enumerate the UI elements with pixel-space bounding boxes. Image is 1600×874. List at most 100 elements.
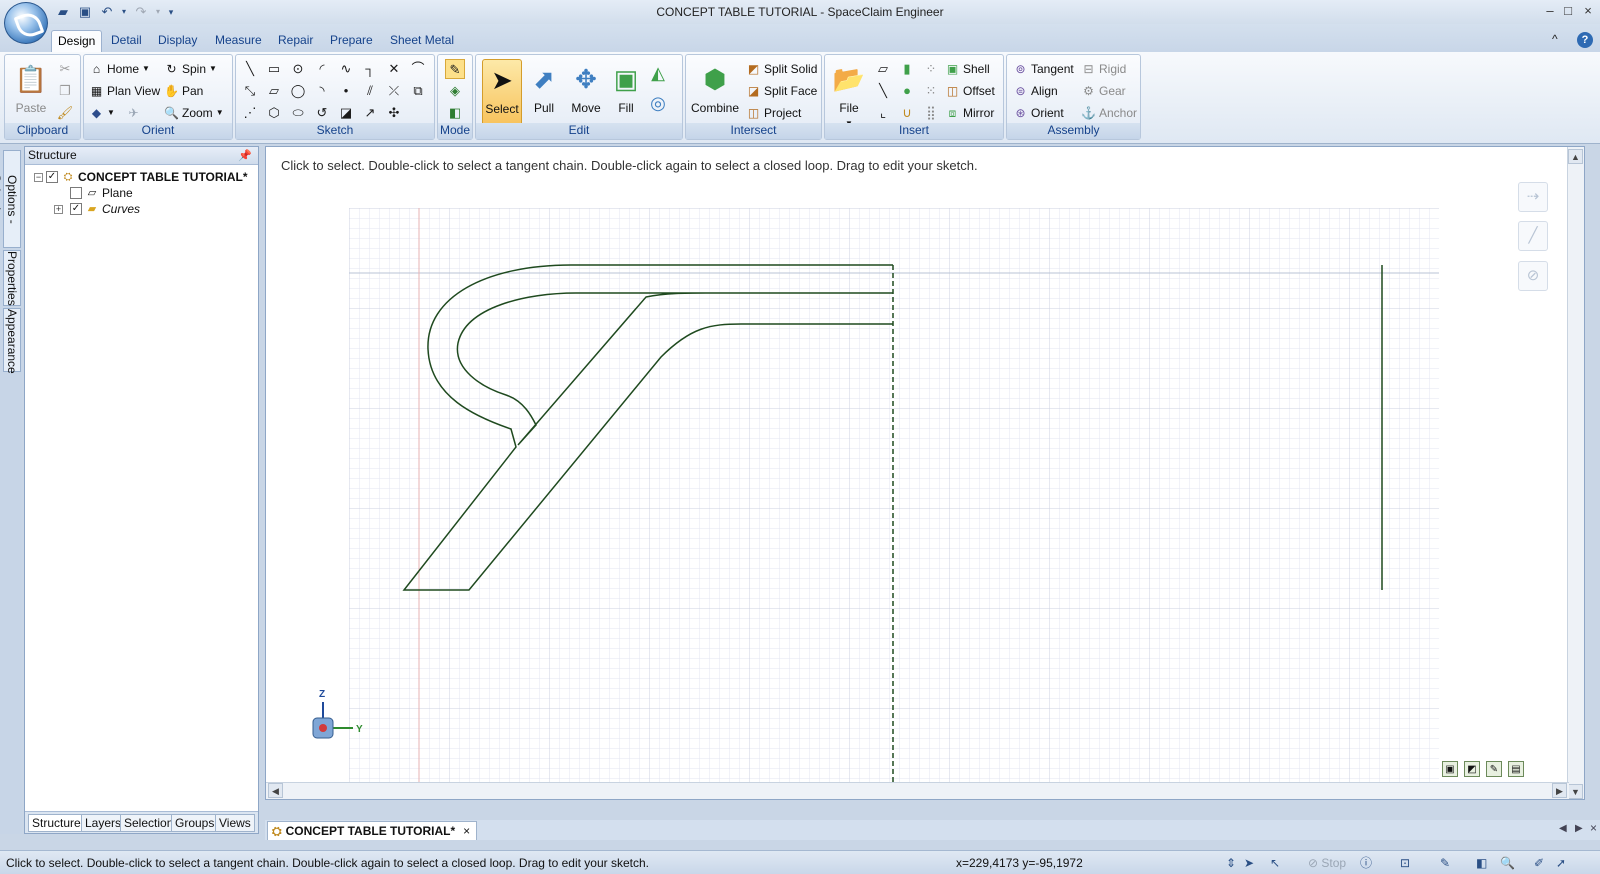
construction-line-icon[interactable]: ⋰ [240, 103, 260, 123]
status-lasso-icon[interactable]: ➚ [1556, 855, 1566, 871]
split-solid-button[interactable]: ◩ Split Solid [746, 59, 818, 79]
trim-away-icon[interactable]: ✕ [384, 59, 404, 79]
line-tool-icon[interactable]: ╲ [240, 59, 260, 79]
tab-prev-icon[interactable]: ◀ [1559, 823, 1567, 834]
point-tool-icon[interactable]: • [336, 81, 356, 101]
horizontal-scrollbar[interactable]: ◀ ▶ [266, 782, 1569, 799]
open-icon[interactable]: ▰ [54, 3, 72, 21]
tangent-arc-icon[interactable]: ◝ [312, 81, 332, 101]
document-tab[interactable]: ⛭ CONCEPT TABLE TUTORIAL* × [267, 821, 478, 840]
scroll-up-icon[interactable]: ▲ [1568, 149, 1583, 164]
stop-button[interactable]: ⊘ Stop [1308, 855, 1346, 871]
plan-view-button[interactable]: ▦ Plan View [89, 81, 160, 101]
sketch-canvas[interactable]: Z Y [266, 147, 1569, 784]
orient-button[interactable]: ⊛ Orient [1013, 103, 1063, 123]
navigate-button[interactable]: ✈ [126, 103, 141, 123]
select-tool-mini-icon[interactable]: ⇢ [1518, 182, 1548, 212]
pan-button[interactable]: ✋ Pan [164, 81, 203, 101]
status-scroll-icon[interactable]: ⇕ [1226, 855, 1236, 871]
panel-tab-layers[interactable]: Layers [81, 814, 126, 832]
cut-icon[interactable]: ✂ [55, 59, 75, 79]
combine-button[interactable]: ⬢ Combine [690, 59, 740, 123]
polygon-tool-icon[interactable]: ⬡ [264, 103, 284, 123]
split-face-button[interactable]: ◪ Split Face [746, 81, 818, 101]
file-button[interactable]: 📂 File▼ [829, 59, 869, 128]
app-menu-logo-icon[interactable] [4, 2, 48, 44]
three-point-rectangle-icon[interactable]: ▱ [264, 81, 284, 101]
mirror-button[interactable]: ⧈ Mirror [945, 103, 995, 123]
extend-curve-icon[interactable]: ↗ [360, 103, 380, 123]
redo-dropdown-icon[interactable]: ▾ [154, 3, 162, 21]
maximize-button[interactable]: □ [1558, 2, 1578, 20]
sweep-arc-icon[interactable]: ↺ [312, 103, 332, 123]
ellipse-tool-icon[interactable]: ◯ [288, 81, 308, 101]
axis-icon[interactable]: ╲ [873, 81, 893, 101]
tangent-line-icon[interactable]: ⤡ [240, 81, 260, 101]
align-button[interactable]: ⊜ Align [1013, 81, 1057, 101]
side-tab-properties[interactable]: Properties [3, 250, 21, 306]
redo-icon[interactable]: ↷ [132, 3, 150, 21]
view-print-icon[interactable]: ▤ [1508, 761, 1524, 777]
origin-icon[interactable]: ⌞ [873, 103, 893, 123]
line-tool-mini-icon[interactable]: ╱ [1518, 221, 1548, 251]
bend-tool-icon[interactable]: ⌒ [408, 59, 428, 79]
format-painter-icon[interactable]: 🖌 [55, 103, 75, 123]
face-curve-icon[interactable]: ◪ [336, 103, 356, 123]
copy-icon[interactable]: ❐ [55, 81, 75, 101]
slot-tool-icon[interactable]: ⬭ [288, 103, 308, 123]
rectangle-tool-icon[interactable]: ▭ [264, 59, 284, 79]
zoom-button[interactable]: 🔍 Zoom ▼ [164, 103, 224, 123]
view-solid-icon[interactable]: ▣ [1442, 761, 1458, 777]
status-pen-icon[interactable]: ✐ [1534, 855, 1544, 871]
expand-icon[interactable]: + [54, 204, 63, 214]
spline-tool-icon[interactable]: ∿ [336, 59, 356, 79]
paste-button[interactable]: 📋 Paste [11, 59, 51, 123]
status-info-icon[interactable]: ⓘ [1360, 855, 1372, 871]
shell-button[interactable]: ▣ Shell [945, 59, 990, 79]
ribbon-collapse-icon[interactable]: ^ [1552, 32, 1558, 46]
tab-design[interactable]: Design [51, 30, 103, 52]
status-display-icon[interactable]: ◧ [1476, 855, 1487, 871]
visibility-checkbox[interactable]: ✓ [70, 203, 82, 215]
spin-button[interactable]: ↻ Spin ▼ [164, 59, 216, 79]
offset-curve-icon[interactable]: ⫽ [360, 81, 380, 101]
panel-tab-structure[interactable]: Structure [28, 814, 85, 832]
design-viewport[interactable]: Z Y Click to select. Double-click to sel… [265, 146, 1585, 800]
minimize-button[interactable]: – [1540, 2, 1560, 20]
close-all-tabs-icon[interactable]: × [1590, 821, 1597, 835]
home-button[interactable]: ⌂ Home ▼ [89, 59, 150, 79]
equation-icon[interactable]: ∪ [897, 103, 917, 123]
tree-node-curves[interactable]: + ✓ ▰ Curves [54, 201, 140, 217]
tab-measure[interactable]: Measure [209, 30, 268, 52]
fill-button[interactable]: ▣ Fill [606, 59, 646, 123]
move-grid-icon[interactable]: ✣ [384, 103, 404, 123]
collapse-icon[interactable]: − [34, 172, 43, 182]
blend-icon[interactable]: ◭ [648, 63, 668, 83]
sketch-mode-icon[interactable]: ✎ [445, 59, 465, 79]
side-tab-options-selection[interactable]: Options - Selection [0, 150, 21, 248]
circle-tool-icon[interactable]: ⊙ [288, 59, 308, 79]
offset-button[interactable]: ◫ Offset [945, 81, 995, 101]
status-select-mode-icon[interactable]: ➤ [1244, 855, 1254, 871]
split-line-icon[interactable]: ⤫ [384, 81, 404, 101]
visibility-checkbox[interactable]: ✓ [46, 171, 58, 183]
scroll-down-icon[interactable]: ▼ [1568, 784, 1583, 799]
visibility-checkbox[interactable] [70, 187, 82, 199]
status-sketch-icon[interactable]: ✎ [1440, 855, 1450, 871]
anchor-button[interactable]: ⚓ Anchor [1081, 103, 1137, 123]
pin-icon[interactable]: 📌 [238, 148, 252, 165]
panel-tab-views[interactable]: Views [215, 814, 255, 832]
close-button[interactable]: × [1578, 2, 1598, 20]
create-corner-icon[interactable]: ┐ [360, 59, 380, 79]
select-button[interactable]: ➤ Select [482, 59, 522, 127]
dimension-tool-mini-icon[interactable]: ⊘ [1518, 261, 1548, 291]
vertical-scrollbar[interactable]: ▲ ▼ [1567, 147, 1584, 799]
pull-button[interactable]: ⬈ Pull [524, 59, 564, 123]
3d-mode-icon[interactable]: ◧ [445, 103, 465, 123]
gear-button[interactable]: ⚙ Gear [1081, 81, 1126, 101]
panel-tab-selection[interactable]: Selection [120, 814, 178, 832]
tree-node-plane[interactable]: ▱ Plane [70, 185, 133, 201]
status-box-select-icon[interactable]: ⊡ [1400, 855, 1410, 871]
save-icon[interactable]: ▣ [76, 3, 94, 21]
undo-dropdown-icon[interactable]: ▾ [120, 3, 128, 21]
